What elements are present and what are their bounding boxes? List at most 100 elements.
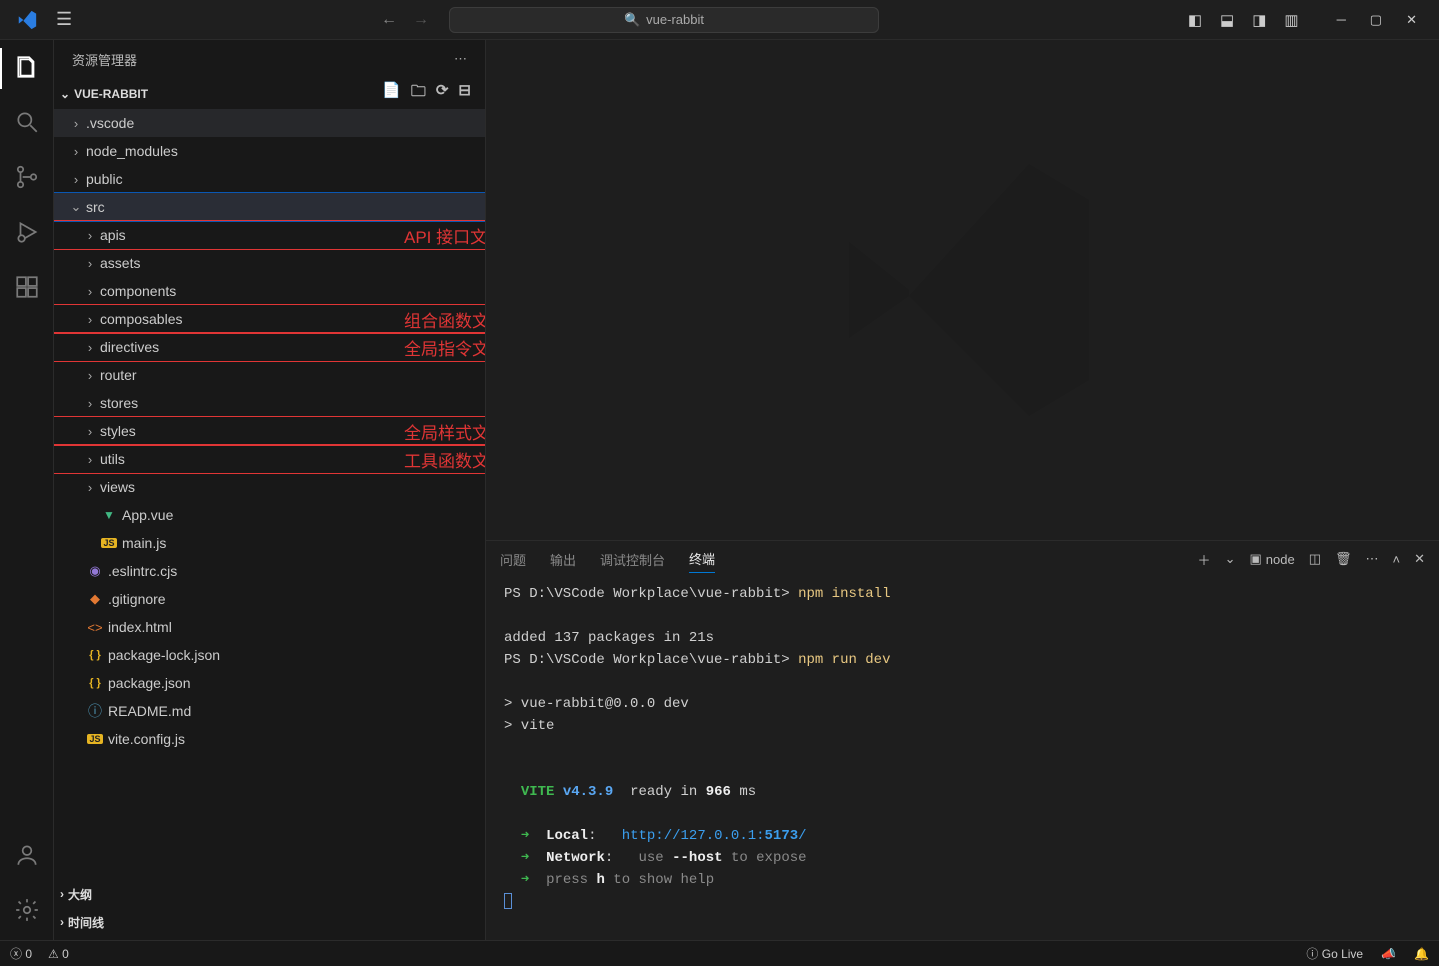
chevron-right-icon: › bbox=[82, 312, 98, 327]
tree-item-assets[interactable]: ›assets bbox=[54, 249, 485, 277]
layout-primary-side-icon[interactable]: ◧ bbox=[1188, 11, 1202, 29]
feedback-icon[interactable]: 📣 bbox=[1381, 947, 1396, 961]
close-icon[interactable]: ✕ bbox=[1406, 12, 1417, 28]
sidebar-more-icon[interactable]: ⋯ bbox=[454, 51, 467, 67]
command-center[interactable]: 🔍 vue-rabbit bbox=[449, 7, 879, 33]
panel-tabs: 问题 输出 调试控制台 终端 ＋ ⌄ ▣ node ◫ 🗑 ⋯ ˄ ✕ bbox=[486, 541, 1439, 577]
activity-settings-icon[interactable] bbox=[14, 897, 40, 926]
go-live-button[interactable]: ⓘ Go Live bbox=[1306, 945, 1363, 962]
tree-item-label: package-lock.json bbox=[108, 647, 220, 663]
tree-item-public[interactable]: ›public bbox=[54, 165, 485, 193]
tree-item--vscode[interactable]: ›.vscode bbox=[54, 109, 485, 137]
activity-source-control-icon[interactable] bbox=[14, 164, 40, 193]
tree-item-label: assets bbox=[100, 255, 140, 271]
md-file-icon: ⓘ bbox=[86, 701, 104, 721]
tree-item-components[interactable]: ›components bbox=[54, 277, 485, 305]
tree-item-directives[interactable]: ›directives bbox=[54, 333, 485, 361]
panel-tab-终端[interactable]: 终端 bbox=[689, 549, 715, 573]
layout-secondary-side-icon[interactable]: ◨ bbox=[1252, 11, 1266, 29]
kill-terminal-icon[interactable]: 🗑 bbox=[1335, 551, 1352, 567]
nav-back-icon[interactable]: ← bbox=[381, 11, 397, 29]
chevron-right-icon: › bbox=[60, 915, 64, 929]
tree-item-apis[interactable]: ›apis bbox=[54, 221, 485, 249]
tree-item-label: App.vue bbox=[122, 507, 173, 523]
new-file-icon[interactable]: 📄 bbox=[382, 81, 401, 106]
tree-item-label: components bbox=[100, 283, 176, 299]
terminal-split-dropdown-icon[interactable]: ⌄ bbox=[1225, 551, 1236, 567]
activity-explorer-icon[interactable] bbox=[14, 54, 40, 83]
minimize-icon[interactable]: ─ bbox=[1337, 12, 1346, 28]
tree-item-package-lock-json[interactable]: { } package-lock.json bbox=[54, 641, 485, 669]
activity-debug-icon[interactable] bbox=[14, 219, 40, 248]
new-folder-icon[interactable]: 🗀 bbox=[411, 81, 426, 106]
chevron-right-icon: › bbox=[82, 480, 98, 495]
refresh-icon[interactable]: ⟳ bbox=[436, 81, 449, 106]
tree-item-label: node_modules bbox=[86, 143, 178, 159]
search-icon: 🔍 bbox=[624, 12, 640, 28]
tree-item-index-html[interactable]: <>index.html bbox=[54, 613, 485, 641]
tree-item-label: vite.config.js bbox=[108, 731, 185, 747]
panel-more-icon[interactable]: ⋯ bbox=[1366, 551, 1379, 567]
activity-account-icon[interactable] bbox=[14, 842, 40, 871]
tree-item-utils[interactable]: ›utils bbox=[54, 445, 485, 473]
split-terminal-icon[interactable]: ◫ bbox=[1309, 551, 1321, 567]
chevron-right-icon: › bbox=[82, 340, 98, 355]
tree-item-src[interactable]: ⌄src bbox=[54, 193, 485, 221]
nav-forward-icon[interactable]: → bbox=[413, 11, 429, 29]
tree-item-main-js[interactable]: JSmain.js bbox=[54, 529, 485, 557]
tree-item-vite-config-js[interactable]: JSvite.config.js bbox=[54, 725, 485, 753]
terminal-output[interactable]: PS D:\VSCode Workplace\vue-rabbit> npm i… bbox=[486, 577, 1439, 940]
tree-item-App-vue[interactable]: ▼App.vue bbox=[54, 501, 485, 529]
tree-item-README-md[interactable]: ⓘREADME.md bbox=[54, 697, 485, 725]
timeline-section[interactable]: › 时间线 bbox=[54, 908, 485, 936]
tree-item--eslintrc-cjs[interactable]: ◉.eslintrc.cjs bbox=[54, 557, 485, 585]
sidebar-title: 资源管理器 bbox=[72, 50, 137, 69]
tree-item-router[interactable]: ›router bbox=[54, 361, 485, 389]
activity-extensions-icon[interactable] bbox=[14, 274, 40, 303]
tree-item-label: views bbox=[100, 479, 135, 495]
tree-item-package-json[interactable]: { }package.json bbox=[54, 669, 485, 697]
panel-maximize-icon[interactable]: ˄ bbox=[1393, 552, 1401, 567]
collapse-all-icon[interactable]: ⊟ bbox=[458, 81, 471, 106]
vscode-watermark-icon bbox=[813, 140, 1113, 440]
statusbar: ⓧ 0 ⚠ 0 ⓘ Go Live 📣 🔔 bbox=[0, 940, 1439, 966]
error-icon: ⓧ bbox=[10, 947, 22, 961]
tree-item-node-modules[interactable]: ›node_modules bbox=[54, 137, 485, 165]
panel-tab-输出[interactable]: 输出 bbox=[550, 550, 576, 569]
tree-item-label: main.js bbox=[122, 535, 166, 551]
chevron-down-icon: ⌄ bbox=[60, 87, 70, 101]
status-warnings[interactable]: ⚠ 0 bbox=[48, 947, 69, 961]
tree-item-label: utils bbox=[100, 451, 125, 467]
panel-tab-问题[interactable]: 问题 bbox=[500, 550, 526, 569]
customize-layout-icon[interactable]: ▥ bbox=[1284, 11, 1298, 29]
tree-item-label: package.json bbox=[108, 675, 191, 691]
outline-section[interactable]: › 大纲 bbox=[54, 880, 485, 908]
tree-item-label: index.html bbox=[108, 619, 172, 635]
activity-search-icon[interactable] bbox=[14, 109, 40, 138]
json-file-icon: { } bbox=[86, 649, 104, 661]
maximize-icon[interactable]: ▢ bbox=[1370, 12, 1382, 28]
layout-panel-icon[interactable]: ⬓ bbox=[1220, 11, 1234, 29]
project-header[interactable]: ⌄ VUE-RABBIT 📄 🗀 ⟳ ⊟ bbox=[54, 78, 485, 109]
tree-item-label: .eslintrc.cjs bbox=[108, 563, 177, 579]
editor-area: 问题 输出 调试控制台 终端 ＋ ⌄ ▣ node ◫ 🗑 ⋯ ˄ ✕ PS D:\V… bbox=[486, 40, 1439, 940]
tree-item--gitignore[interactable]: ◆.gitignore bbox=[54, 585, 485, 613]
panel-tab-调试控制台[interactable]: 调试控制台 bbox=[600, 550, 665, 569]
tree-item-composables[interactable]: ›composables bbox=[54, 305, 485, 333]
terminal-process-label: node bbox=[1266, 552, 1295, 567]
tree-item-label: README.md bbox=[108, 703, 191, 719]
warning-icon: ⚠ bbox=[48, 947, 59, 961]
notifications-icon[interactable]: 🔔 bbox=[1414, 947, 1429, 961]
status-errors[interactable]: ⓧ 0 bbox=[10, 945, 32, 962]
menu-icon[interactable]: ☰ bbox=[56, 9, 72, 30]
tree-item-label: public bbox=[86, 171, 123, 187]
eslint-file-icon: ◉ bbox=[86, 563, 104, 579]
vscode-logo-icon bbox=[16, 9, 38, 31]
new-terminal-icon[interactable]: ＋ bbox=[1198, 550, 1211, 569]
tree-item-stores[interactable]: ›stores bbox=[54, 389, 485, 417]
terminal-process[interactable]: ▣ node bbox=[1249, 551, 1294, 567]
tree-item-label: styles bbox=[100, 423, 136, 439]
tree-item-views[interactable]: ›views bbox=[54, 473, 485, 501]
panel-close-icon[interactable]: ✕ bbox=[1414, 551, 1425, 567]
tree-item-styles[interactable]: ›styles bbox=[54, 417, 485, 445]
